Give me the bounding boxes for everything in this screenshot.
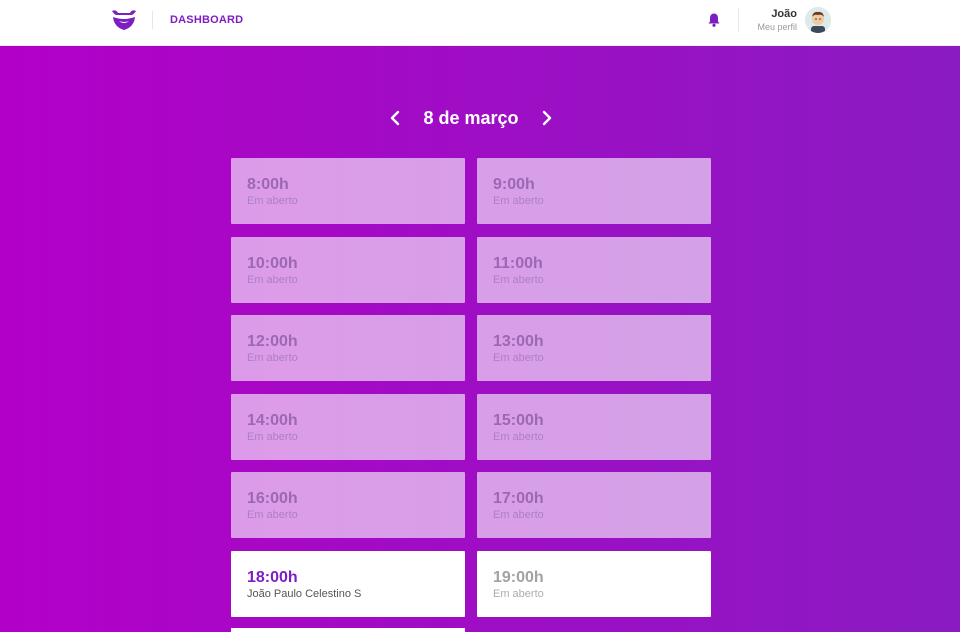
slot-status: Em aberto xyxy=(247,430,298,443)
slot-time: 10:00h xyxy=(247,254,298,272)
user-menu[interactable]: João Meu perfil xyxy=(757,8,797,34)
top-header: DASHBOARD João Meu perfil xyxy=(0,0,960,46)
slot-status: Em aberto xyxy=(493,273,544,286)
time-slot[interactable]: 8:00h Em aberto xyxy=(231,158,465,224)
time-slot[interactable]: 17:00h Em aberto xyxy=(477,472,711,538)
avatar-icon xyxy=(805,7,831,33)
profile-link[interactable]: Meu perfil xyxy=(757,21,797,34)
nav-dashboard-link[interactable]: DASHBOARD xyxy=(170,14,243,26)
slot-client-name: João Paulo Celestino S xyxy=(247,587,362,600)
slot-time: 14:00h xyxy=(247,411,298,429)
slot-time: 12:00h xyxy=(247,333,298,350)
slot-status: Em aberto xyxy=(247,273,298,286)
time-slot[interactable]: 11:00h Em aberto xyxy=(477,236,711,303)
date-navigator: 8 de março xyxy=(0,104,942,132)
logo-icon[interactable] xyxy=(110,9,138,31)
previous-day-button[interactable] xyxy=(385,106,405,130)
slot-status: Em aberto xyxy=(247,195,298,207)
slot-time: 13:00h xyxy=(493,333,544,350)
time-slot[interactable]: 16:00h Em aberto xyxy=(231,472,465,538)
slot-status: Em aberto xyxy=(493,195,544,207)
slot-time: 9:00h xyxy=(493,176,535,193)
time-slot-booked[interactable]: 18:00h João Paulo Celestino S xyxy=(231,550,465,617)
slot-time: 17:00h xyxy=(493,490,544,507)
time-slot[interactable]: 13:00h Em aberto xyxy=(477,315,711,381)
time-slot-partial[interactable] xyxy=(231,628,465,632)
time-slot-grid: 8:00h Em aberto 9:00h Em aberto 10:00h E… xyxy=(231,158,711,617)
slot-time: 15:00h xyxy=(493,411,544,429)
time-slot[interactable]: 14:00h Em aberto xyxy=(231,393,465,460)
time-slot[interactable]: 12:00h Em aberto xyxy=(231,315,465,381)
time-slot[interactable]: 9:00h Em aberto xyxy=(477,158,711,224)
avatar[interactable] xyxy=(805,7,831,33)
slot-status: Em aberto xyxy=(493,509,544,521)
chevron-left-icon xyxy=(391,110,400,126)
slot-time: 8:00h xyxy=(247,176,289,193)
slot-status: Em aberto xyxy=(247,352,298,364)
bell-icon[interactable] xyxy=(706,12,722,28)
slot-time: 11:00h xyxy=(493,254,543,272)
current-date: 8 de março xyxy=(423,107,519,128)
slot-status: Em aberto xyxy=(493,587,544,600)
slot-time: 16:00h xyxy=(247,490,298,507)
chevron-right-icon xyxy=(542,110,551,126)
next-day-button[interactable] xyxy=(537,106,557,130)
slot-time: 19:00h xyxy=(493,568,544,586)
time-slot[interactable]: 10:00h Em aberto xyxy=(231,236,465,303)
slot-status: Em aberto xyxy=(493,430,544,443)
header-divider xyxy=(152,11,153,29)
time-slot[interactable]: 15:00h Em aberto xyxy=(477,393,711,460)
header-divider xyxy=(738,8,739,32)
slot-status: Em aberto xyxy=(247,509,298,521)
slot-time: 18:00h xyxy=(247,568,298,586)
slot-status: Em aberto xyxy=(493,352,544,364)
time-slot[interactable]: 19:00h Em aberto xyxy=(477,550,711,617)
user-name: João xyxy=(771,8,797,20)
